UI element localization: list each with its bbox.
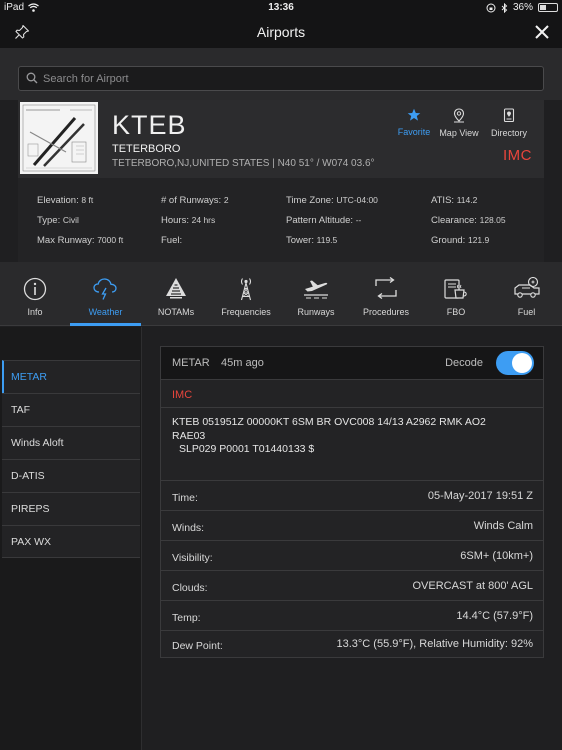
airport-header: KTEB TETERBORO TETERBORO,NJ,UNITED STATE… [18,100,544,178]
toggle-knob [512,353,532,373]
raw-metar-line: KTEB 051951Z 00000KT 6SM BR OVC008 14/13… [172,416,486,428]
atis-frequency: ATIS: 114.2 [431,195,478,206]
sidebar-item-pireps[interactable]: PIREPS [2,492,140,525]
elevation: Elevation: 8 ft [37,195,94,206]
airport-diagram[interactable] [20,102,98,174]
metar-title: METAR [172,357,210,369]
raw-metar-line: RAE03 [172,429,206,442]
clock: 13:36 [268,2,294,13]
battery-icon [538,3,558,12]
search-box[interactable] [18,66,544,91]
tab-notams[interactable]: NOTAMs [141,262,211,326]
decoded-row-time: Time: 05-May-2017 19:51 Z [161,481,543,511]
tab-runways[interactable]: Runways [281,262,351,326]
map-view-label: Map View [439,128,479,138]
map-view-button[interactable]: Map View [434,108,484,138]
info-icon [23,277,47,301]
metar-age: 45m ago [221,357,264,369]
ground-frequency: Ground: 121.9 [431,235,490,246]
decoded-row-temp: Temp: 14.4°C (57.9°F) [161,601,543,631]
raw-metar: KTEB 051951Z 00000KT 6SM BR OVC008 14/13… [172,416,532,457]
sidebar-item-taf[interactable]: TAF [2,393,140,426]
decoded-row-clouds: Clouds: OVERCAST at 800' AGL [161,571,543,601]
tab-fbo[interactable]: FBO [421,262,491,326]
airport-name: TETERBORO [112,143,181,155]
raw-metar-line: SLP029 P0001 T01440133 $ [179,443,315,455]
fuel-icon [513,277,540,298]
search-area [0,48,562,100]
directory-icon [503,108,515,123]
map-pin-icon [453,108,465,123]
status-bar: iPad 13:36 36% [0,0,562,16]
tab-notams-label: NOTAMs [157,307,195,317]
tab-weather[interactable]: Weather [70,262,141,326]
active-tab-indicator [70,323,141,326]
sidebar-item-metar[interactable]: METAR [2,360,140,393]
airport-ident: KTEB [112,110,187,140]
metar-category-row: IMC [161,380,543,408]
time-zone: Time Zone: UTC-04:00 [286,195,378,206]
max-runway: Max Runway: 7000 ft [37,235,124,246]
tab-bar: Info Weather NOTAMs Frequencies Runways … [0,262,562,326]
airport-type: Type: Civil [37,215,79,226]
tab-weather-label: Weather [88,307,123,317]
decoded-row-visibility: Visibility: 6SM+ (10km+) [161,541,543,571]
tab-procedures-label: Procedures [362,307,410,317]
sidebar-item-d-atis[interactable]: D-ATIS [2,459,140,492]
airport-card: KTEB TETERBORO TETERBORO,NJ,UNITED STATE… [18,100,544,262]
tab-fuel[interactable]: Fuel [491,262,562,326]
flight-category: IMC [503,147,532,164]
notam-icon [166,278,186,299]
tab-info-label: Info [27,307,43,317]
favorite-button[interactable]: Favorite [389,108,439,137]
procedures-icon [375,277,397,299]
tab-fuel-label: Fuel [517,307,536,317]
metar-panel: METAR 45m ago Decode IMC KTEB 051951Z 00… [160,346,544,658]
search-input[interactable] [43,69,533,88]
decoded-row-dew-point: Dew Point: 13.3°C (55.9°F), Relative Hum… [172,638,533,652]
weather-icon [92,278,117,300]
tab-frequencies-label: Frequencies [221,307,271,317]
star-icon [407,108,421,121]
metar-header: METAR 45m ago Decode [161,347,543,380]
tab-runways-label: Runways [297,307,335,317]
runway-icon [304,280,328,299]
directory-label: Directory [490,128,527,138]
tab-fbo-label: FBO [446,307,466,317]
pattern-altitude: Pattern Altitude: -- [286,215,362,226]
sidebar-item-winds-aloft[interactable]: Winds Aloft [2,426,140,459]
sidebar-item-pax-wx[interactable]: PAX WX [2,525,140,558]
favorite-label: Favorite [397,127,431,137]
hours: Hours: 24 hrs [161,215,216,226]
clearance-frequency: Clearance: 128.05 [431,215,506,226]
battery-percent: 36% [512,2,533,13]
tab-info[interactable]: Info [0,262,70,326]
decode-toggle[interactable] [496,351,534,375]
fbo-icon [444,279,467,299]
weather-sidebar: METAR TAF Winds Aloft D-ATIS PIREPS PAX … [0,327,142,750]
decode-label: Decode [445,357,483,369]
tower-frequency: Tower: 119.5 [286,235,338,246]
page-title: Airports [256,24,306,40]
antenna-icon [240,278,252,301]
airport-location: TETERBORO,NJ,UNITED STATES | N40 51° / W… [112,158,375,169]
tab-procedures[interactable]: Procedures [351,262,421,326]
metar-category: IMC [172,389,193,401]
rotation-lock-icon [486,3,496,12]
airport-details: Elevation: 8 ft Type: Civil Max Runway: … [18,178,544,262]
title-bar: Airports [0,16,562,48]
search-icon [26,72,38,84]
fuel: Fuel: [161,235,183,246]
decoded-row-winds: Winds: Winds Calm [161,511,543,541]
bluetooth-icon [501,2,508,13]
close-icon[interactable] [533,23,551,41]
tab-frequencies[interactable]: Frequencies [211,262,281,326]
directory-button[interactable]: Directory [484,108,534,138]
runway-count: # of Runways: 2 [161,195,229,206]
